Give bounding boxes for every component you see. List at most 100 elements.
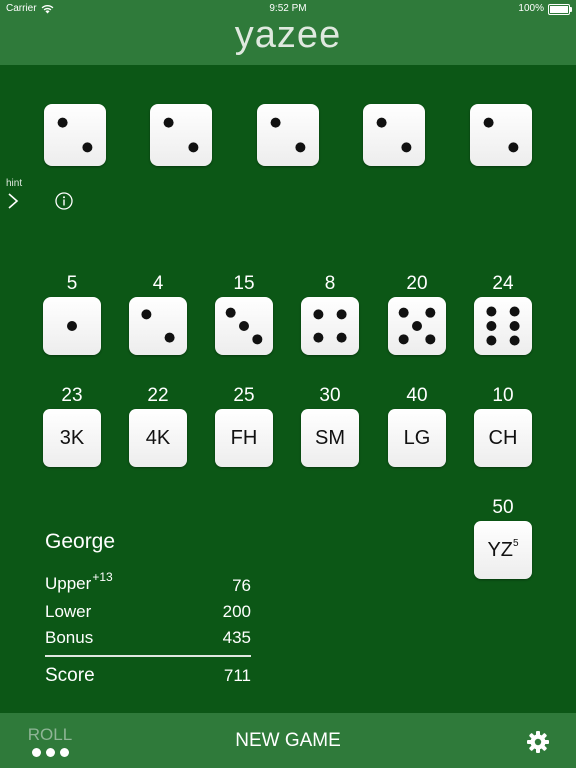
battery-icon bbox=[548, 3, 572, 15]
upper-category-button[interactable] bbox=[215, 297, 273, 355]
die-pip bbox=[336, 332, 347, 343]
die-face-2 bbox=[270, 117, 306, 153]
upper-category-score: 15 bbox=[233, 273, 255, 294]
upper-category-button[interactable] bbox=[301, 297, 359, 355]
score-label: Score bbox=[45, 665, 95, 686]
lower-category-score: 40 bbox=[406, 385, 428, 406]
bottom-toolbar: ROLL NEW GAME bbox=[0, 713, 576, 768]
upper-category-score: 4 bbox=[152, 273, 164, 294]
die-pip bbox=[486, 335, 497, 346]
upper-category-score: 20 bbox=[406, 273, 428, 294]
score-divider bbox=[45, 655, 251, 657]
die-pip bbox=[483, 117, 494, 128]
die-pip bbox=[412, 321, 422, 331]
rolled-die[interactable] bbox=[257, 104, 319, 166]
upper-category-button[interactable] bbox=[43, 297, 101, 355]
die-pip bbox=[239, 321, 249, 331]
die-face-4 bbox=[313, 309, 347, 343]
lower-category-button[interactable]: 3K bbox=[43, 409, 101, 467]
die-pip bbox=[425, 334, 436, 345]
total-score-row: Score 711 bbox=[45, 665, 251, 689]
die-face-2 bbox=[163, 117, 199, 153]
die-face-2 bbox=[376, 117, 412, 153]
die-pip bbox=[509, 306, 520, 317]
rolled-die[interactable] bbox=[363, 104, 425, 166]
die-pip bbox=[82, 142, 93, 153]
die-face-1 bbox=[67, 321, 77, 331]
die-pip bbox=[295, 142, 306, 153]
gear-icon[interactable] bbox=[526, 730, 550, 754]
die-pip bbox=[486, 306, 497, 317]
app-title: yazee bbox=[234, 14, 342, 56]
upper-category-button[interactable] bbox=[474, 297, 532, 355]
die-pip bbox=[270, 117, 281, 128]
upper-score-row: Upper+13 76 bbox=[45, 570, 251, 596]
die-pip bbox=[313, 332, 324, 343]
lower-category-button[interactable]: SM bbox=[301, 409, 359, 467]
bonus-value: 435 bbox=[222, 628, 251, 647]
die-pip bbox=[398, 334, 409, 345]
die-pip bbox=[252, 334, 263, 345]
die-pip bbox=[398, 307, 409, 318]
die-pip bbox=[509, 335, 520, 346]
die-face-2 bbox=[141, 309, 175, 343]
hint-label[interactable]: hint bbox=[6, 178, 22, 189]
lower-category-score: 30 bbox=[319, 385, 341, 406]
lower-category-button[interactable]: FH bbox=[215, 409, 273, 467]
score-value: 711 bbox=[223, 666, 251, 685]
lower-category-button[interactable]: CH bbox=[474, 409, 532, 467]
die-pip bbox=[164, 332, 175, 343]
yahtzee-category-button[interactable]: YZ5 bbox=[474, 521, 532, 579]
die-face-6 bbox=[486, 306, 520, 346]
upper-category-button[interactable] bbox=[388, 297, 446, 355]
player-name: George bbox=[45, 530, 116, 553]
new-game-wrap: NEW GAME bbox=[0, 730, 576, 752]
upper-category-score: 8 bbox=[324, 273, 336, 294]
lower-category-button[interactable]: 4K bbox=[129, 409, 187, 467]
upper-bonus-hint: +13 bbox=[92, 570, 113, 584]
rolled-die[interactable] bbox=[470, 104, 532, 166]
upper-label: Upper bbox=[45, 574, 92, 593]
battery-fill bbox=[550, 5, 568, 13]
die-pip bbox=[67, 321, 77, 331]
die-face-2 bbox=[57, 117, 93, 153]
die-pip bbox=[188, 142, 199, 153]
lower-score-row: Lower 200 bbox=[45, 602, 251, 624]
yahtzee-sup: 5 bbox=[513, 538, 519, 549]
info-icon[interactable] bbox=[55, 192, 73, 210]
bonus-label: Bonus bbox=[45, 628, 94, 647]
app-header: yazee bbox=[0, 14, 576, 65]
chevron-right-icon[interactable] bbox=[7, 192, 19, 210]
lower-category-score: 10 bbox=[492, 385, 514, 406]
lower-category-score: 23 bbox=[61, 385, 83, 406]
die-pip bbox=[141, 309, 152, 320]
rolled-die[interactable] bbox=[44, 104, 106, 166]
yahtzee-score: 50 bbox=[492, 497, 514, 518]
die-pip bbox=[508, 142, 519, 153]
die-pip bbox=[401, 142, 412, 153]
upper-value: 76 bbox=[232, 576, 251, 595]
die-pip bbox=[336, 309, 347, 320]
die-pip bbox=[425, 307, 436, 318]
lower-category-score: 25 bbox=[233, 385, 255, 406]
die-face-3 bbox=[225, 307, 263, 345]
die-face-5 bbox=[398, 307, 436, 345]
new-game-button[interactable]: NEW GAME bbox=[235, 730, 341, 751]
die-pip bbox=[509, 321, 520, 331]
bonus-score-row: Bonus 435 bbox=[45, 628, 251, 650]
yahtzee-label: YZ bbox=[487, 539, 513, 561]
die-pip bbox=[376, 117, 387, 128]
lower-value: 200 bbox=[222, 602, 251, 621]
lower-category-score: 22 bbox=[147, 385, 169, 406]
upper-category-score: 5 bbox=[66, 273, 78, 294]
rolled-die[interactable] bbox=[150, 104, 212, 166]
upper-category-button[interactable] bbox=[129, 297, 187, 355]
lower-category-button[interactable]: LG bbox=[388, 409, 446, 467]
die-pip bbox=[486, 321, 497, 331]
upper-category-score: 24 bbox=[492, 273, 514, 294]
die-pip bbox=[163, 117, 174, 128]
die-pip bbox=[225, 307, 236, 318]
die-face-2 bbox=[483, 117, 519, 153]
upper-label-wrap: Upper+13 bbox=[45, 570, 113, 594]
die-pip bbox=[57, 117, 68, 128]
